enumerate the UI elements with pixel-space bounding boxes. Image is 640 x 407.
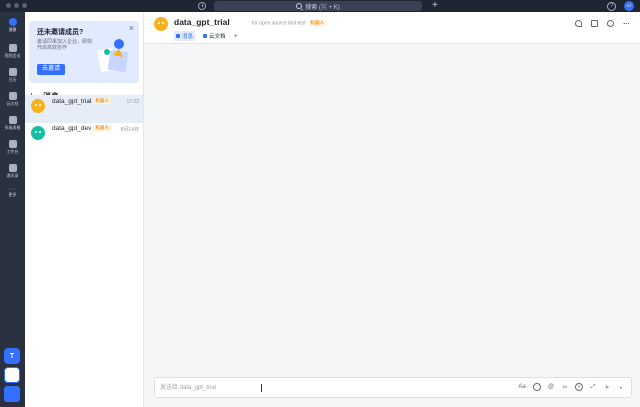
chat-item-data-gpt-dev[interactable]: data_gpt_dev 机器人 8月14日 [25, 122, 143, 150]
message-input[interactable] [160, 383, 460, 393]
chat-desc-text: for open source trial test [252, 20, 306, 27]
video-icon [8, 44, 17, 52]
expand-icon[interactable]: ⤢ [589, 383, 597, 391]
chat-description: for open source trial test 机器人 [252, 20, 327, 27]
close-icon[interactable]: × [129, 24, 134, 33]
tenant-switch-icon[interactable]: T [4, 348, 20, 364]
profile-icon[interactable] [4, 386, 20, 402]
nav-messages[interactable]: 消息 [0, 18, 25, 33]
apps-grid-icon [8, 140, 17, 148]
chat-time: 17:02 [126, 99, 139, 105]
nav-more[interactable]: ··· 更多 [0, 186, 25, 198]
message-composer: Aa @ ✂ + ⤢ ➤ ▾ [154, 377, 632, 398]
global-search[interactable]: 搜索 (⌘ + K) [214, 1, 422, 11]
composer-toolbar: Aa @ ✂ + ⤢ ➤ ▾ [517, 383, 625, 391]
nav-bitable[interactable]: 多维表格 [0, 116, 25, 131]
nav-label: 通讯录 [6, 173, 19, 178]
mention-icon[interactable]: @ [547, 383, 555, 391]
tab-docs[interactable]: 云文档 [201, 31, 228, 41]
table-icon [8, 116, 17, 124]
user-avatar[interactable]: ST [624, 1, 634, 11]
create-plus-icon[interactable]: + [432, 0, 438, 12]
chat-name: data_gpt_trial 机器人 [52, 98, 111, 105]
bot-avatar[interactable] [154, 17, 168, 31]
tab-label: 消息 [182, 34, 194, 40]
chat-time: 8月14日 [120, 127, 139, 133]
message-icon[interactable] [607, 20, 614, 27]
window-controls[interactable] [6, 3, 27, 8]
history-icon[interactable] [198, 2, 206, 10]
invite-banner: 还未邀请成员? 邀请同事加入企业，即刻开启高效协作 去邀请 × [29, 21, 139, 83]
nav-label: 视频会议 [4, 53, 21, 58]
chat-item-data-gpt-trial[interactable]: data_gpt_trial 机器人 17:02 [25, 95, 143, 123]
nav-label: 更多 [8, 192, 17, 197]
title-bar: 搜索 (⌘ + K) + ? ST [0, 0, 640, 12]
chat-bubble-icon [176, 34, 180, 38]
invite-illustration-icon [97, 39, 129, 72]
chat-tabs: 消息 云文档 + [174, 31, 238, 41]
font-format-icon[interactable]: Aa [517, 383, 527, 391]
chat-window: data_gpt_trial for open source trial tes… [144, 12, 640, 407]
pin-icon[interactable] [575, 20, 582, 27]
emoji-icon[interactable] [533, 383, 541, 391]
nav-contacts[interactable]: 通讯录 [0, 164, 25, 179]
nav-label: 云文档 [6, 101, 19, 106]
nav-video-meeting[interactable]: 视频会议 [0, 44, 25, 59]
tab-messages[interactable]: 消息 [174, 31, 196, 41]
help-icon[interactable]: ? [607, 1, 616, 11]
nav-calendar[interactable]: 日历 [0, 68, 25, 83]
send-icon[interactable]: ➤ [603, 383, 611, 391]
chat-header: data_gpt_trial for open source trial tes… [144, 12, 640, 44]
contacts-icon [8, 164, 17, 172]
chat-title: data_gpt_dev [52, 125, 92, 132]
share-icon[interactable] [591, 20, 598, 27]
screenshot-icon[interactable]: ✂ [561, 383, 569, 391]
nav-label: 消息 [8, 27, 17, 32]
chat-list-panel: 还未邀请成员? 邀请同事加入企业，即刻开启高效协作 去邀请 × 消息 data_… [25, 12, 144, 407]
nav-docs[interactable]: 云文档 [0, 92, 25, 107]
bot-tag: 机器人 [93, 98, 111, 105]
bot-avatar [31, 99, 45, 113]
invite-title: 还未邀请成员? [37, 29, 84, 36]
header-actions [575, 20, 630, 27]
chat-name: data_gpt_dev 机器人 [52, 125, 111, 132]
more-icon[interactable] [623, 23, 630, 25]
more-icon: ··· [8, 186, 16, 193]
bot-tag: 机器人 [308, 20, 327, 26]
add-attachment-icon[interactable]: + [575, 383, 583, 391]
chat-bubble-icon [8, 18, 17, 26]
tab-label: 云文档 [209, 34, 226, 40]
nav-label: 日历 [8, 77, 17, 82]
invite-description: 邀请同事加入企业，即刻开启高效协作 [37, 39, 93, 51]
add-tab-icon[interactable]: + [234, 33, 238, 40]
nav-label: 多维表格 [4, 125, 21, 130]
invite-button[interactable]: 去邀请 [37, 64, 65, 75]
document-icon [203, 34, 208, 38]
nav-workplace[interactable]: 工作台 [0, 140, 25, 155]
document-icon [8, 92, 17, 100]
text-cursor [261, 384, 262, 392]
app-store-icon[interactable] [4, 367, 20, 383]
bot-avatar [31, 126, 45, 140]
nav-label: 工作台 [6, 149, 19, 154]
bot-tag: 机器人 [93, 125, 111, 132]
chevron-down-icon[interactable]: ▾ [617, 383, 625, 391]
chat-title[interactable]: data_gpt_trial [174, 17, 230, 27]
calendar-icon [8, 68, 17, 76]
search-icon [296, 3, 303, 9]
search-placeholder: 搜索 (⌘ + K) [305, 4, 340, 11]
left-navigation: 消息 视频会议 日历 云文档 多维表格 工作台 通讯录 ··· 更多 T [0, 12, 25, 407]
chat-title: data_gpt_trial [52, 98, 92, 105]
